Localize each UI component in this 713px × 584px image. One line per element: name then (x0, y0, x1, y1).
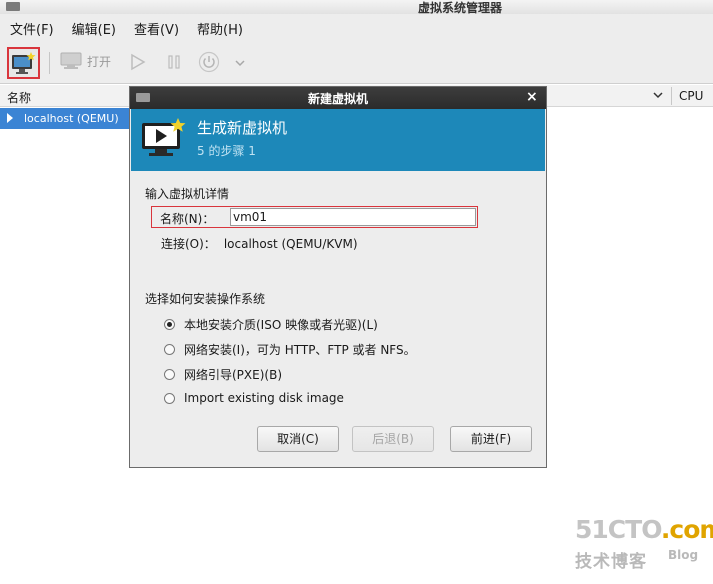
radio[interactable] (164, 344, 175, 355)
power-button[interactable] (198, 51, 220, 76)
chevron-down-icon (653, 92, 663, 99)
name-row: 名称(N)： (151, 206, 478, 228)
watermark-domain: .com (660, 515, 713, 544)
expand-arrow-icon[interactable] (7, 113, 13, 123)
toolbar: 打开 (0, 42, 713, 84)
menu-edit[interactable]: 编辑(E) (72, 19, 116, 38)
menu-view[interactable]: 查看(V) (134, 19, 179, 38)
open-button[interactable]: 打开 (60, 52, 111, 70)
option-label: 本地安装介质(ISO 映像或者光驱)(L) (184, 318, 378, 332)
new-vm-button[interactable] (7, 47, 40, 79)
connection-row-info: 连接(O)： localhost (QEMU/KVM) (161, 235, 358, 252)
install-option-local[interactable]: 本地安装介质(ISO 映像或者光驱)(L) (164, 316, 378, 333)
vm-name-input[interactable] (230, 208, 476, 226)
new-vm-dialog: 新建虚拟机 × 生成新虚拟机 5 的步骤 1 输入虚拟机详情 名称(N)： 连接… (129, 86, 547, 468)
menu-file[interactable]: 文件(F) (10, 19, 54, 38)
banner-step: 5 的步骤 1 (197, 144, 256, 158)
connection-row[interactable]: localhost (QEMU) (0, 108, 130, 129)
site-watermark: 51CTO.com 技术博客 Blog (575, 515, 713, 575)
forward-button[interactable]: 前进(F) (450, 426, 532, 452)
play-icon (131, 53, 146, 71)
watermark-blog: Blog (668, 548, 699, 562)
watermark-logo: 51CTO.com (575, 515, 713, 544)
pause-button[interactable] (166, 53, 182, 74)
app-icon (6, 2, 20, 11)
column-cpu[interactable]: CPU (679, 89, 703, 103)
column-name[interactable]: 名称 (7, 89, 31, 106)
column-chooser-button[interactable] (652, 88, 664, 105)
chevron-down-icon (235, 60, 245, 67)
open-label: 打开 (87, 54, 112, 69)
option-label: Import existing disk image (184, 391, 344, 405)
option-label: 网络引导(PXE)(B) (184, 368, 282, 382)
menu-help[interactable]: 帮助(H) (197, 19, 243, 38)
watermark-brand: 51CTO (575, 515, 662, 544)
menubar: 文件(F) 编辑(E) 查看(V) 帮助(H) (0, 14, 713, 42)
connection-label: localhost (QEMU) (24, 112, 119, 125)
option-label: 网络安装(I)，可为 HTTP、FTP 或者 NFS。 (184, 343, 416, 357)
new-vm-banner-icon (142, 118, 186, 156)
new-vm-icon (12, 52, 36, 74)
power-menu-dropdown[interactable] (234, 57, 246, 71)
details-heading: 输入虚拟机详情 (145, 187, 230, 201)
monitor-icon (60, 52, 82, 69)
wizard-banner: 生成新虚拟机 5 的步骤 1 (131, 109, 545, 171)
radio-selected[interactable] (164, 319, 175, 330)
cancel-button[interactable]: 取消(C) (257, 426, 339, 452)
close-icon[interactable]: × (526, 89, 538, 105)
banner-title: 生成新虚拟机 (197, 119, 288, 137)
run-button[interactable] (130, 53, 146, 74)
power-icon (198, 51, 220, 73)
back-button[interactable]: 后退(B) (352, 426, 434, 452)
install-option-pxe[interactable]: 网络引导(PXE)(B) (164, 366, 282, 383)
pause-icon (168, 55, 180, 69)
radio[interactable] (164, 369, 175, 380)
dialog-title: 新建虚拟机 (307, 92, 368, 106)
install-option-import[interactable]: Import existing disk image (164, 391, 344, 405)
connection-field-label: 连接(O)： (161, 237, 216, 251)
name-label: 名称(N)： (160, 212, 215, 226)
install-heading: 选择如何安装操作系统 (145, 292, 266, 306)
connection-value: localhost (QEMU/KVM) (223, 237, 358, 251)
window-titlebar: 虚拟系统管理器 (0, 0, 713, 15)
toolbar-separator (49, 52, 50, 74)
radio[interactable] (164, 392, 175, 404)
watermark-subtitle: 技术博客 (575, 552, 647, 572)
dialog-titlebar: 新建虚拟机 × (130, 87, 546, 109)
install-option-network[interactable]: 网络安装(I)，可为 HTTP、FTP 或者 NFS。 (164, 341, 416, 358)
column-divider (671, 87, 672, 105)
